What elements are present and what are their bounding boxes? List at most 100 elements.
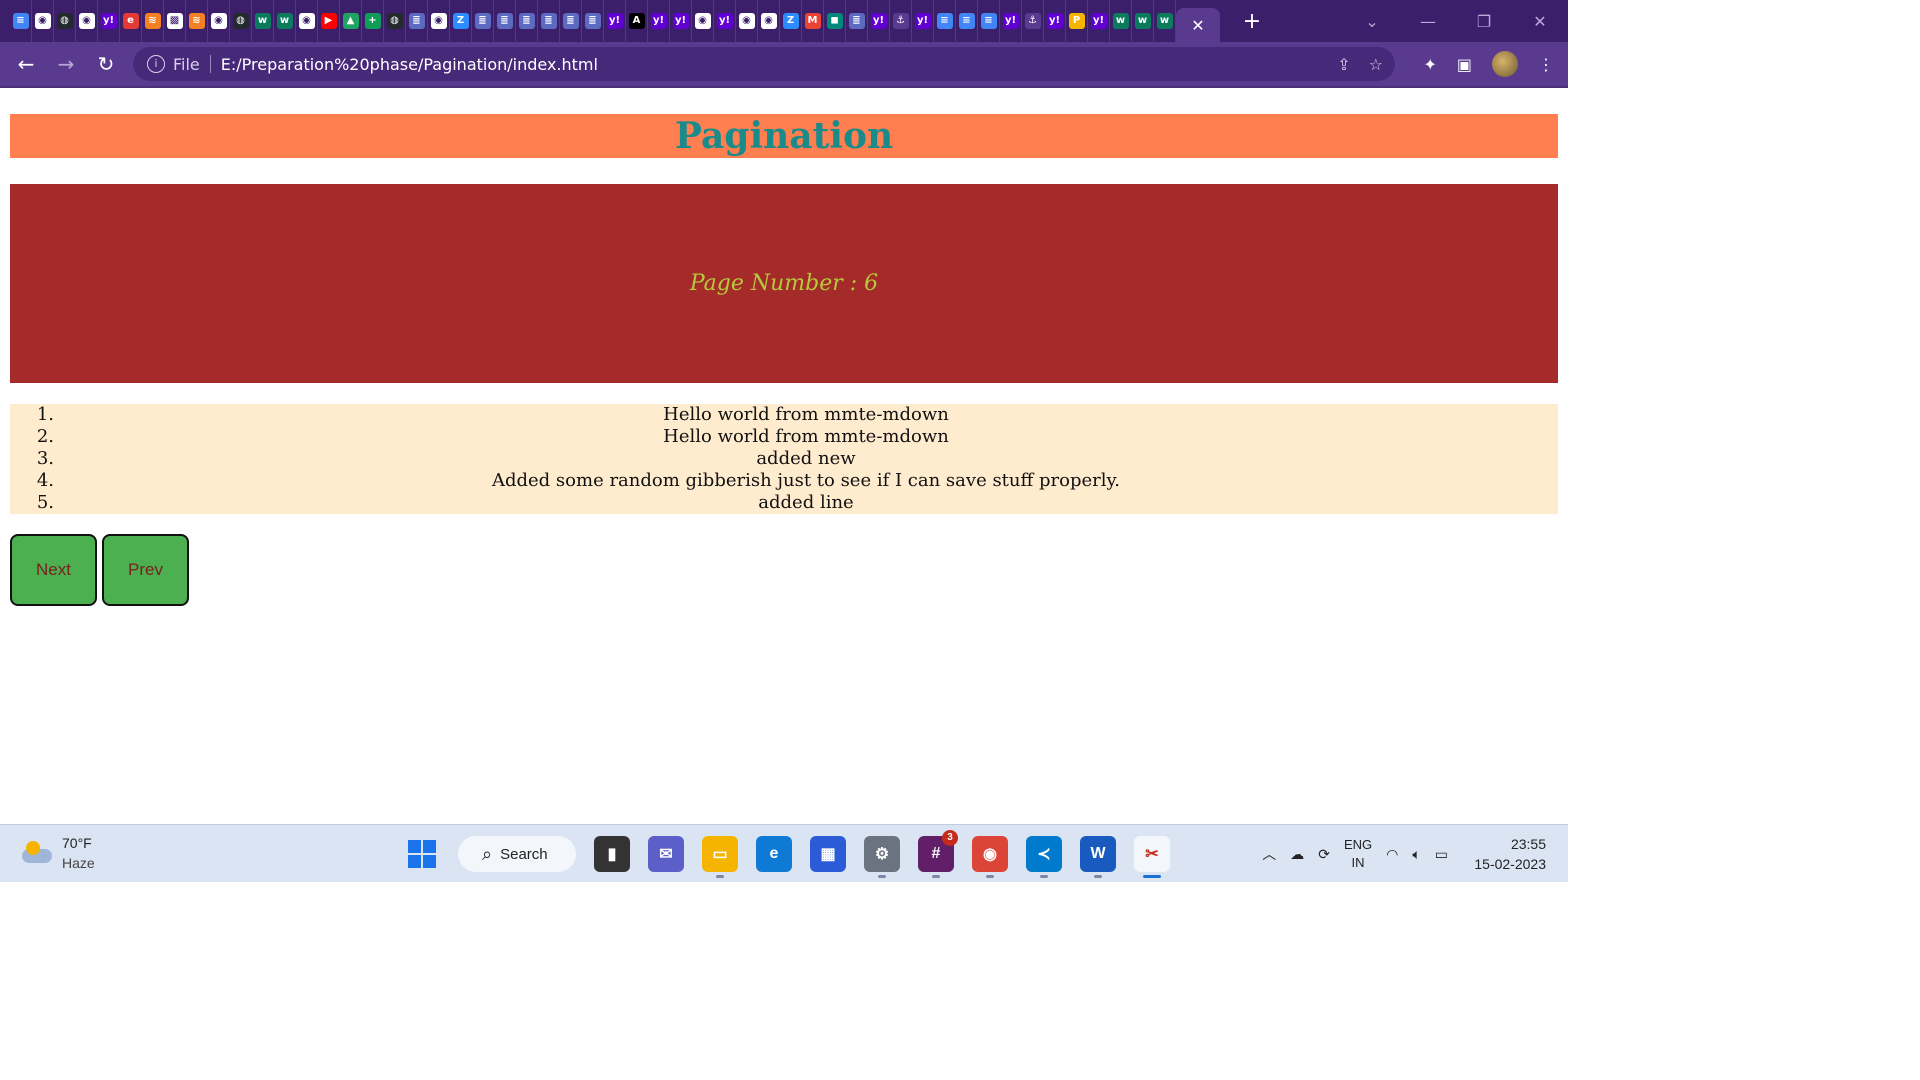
share-icon[interactable]: ⇪ [1337,55,1350,74]
language-indicator[interactable]: ENG IN [1344,836,1372,872]
task-view-icon[interactable]: ▮ [594,836,630,872]
battery-icon[interactable]: ▭ [1435,846,1448,863]
tab-27[interactable]: y! [604,0,626,42]
tab-1[interactable]: ◉ [32,0,54,42]
taskbar-search[interactable]: ⌕ Search [458,836,576,872]
tab-13[interactable]: ◉ [296,0,318,42]
edge-icon[interactable]: e [756,836,792,872]
next-button[interactable]: Next [10,534,97,606]
snipping-tool-icon[interactable]: ✂ [1134,836,1170,878]
tab-8[interactable]: ≋ [186,0,208,42]
close-tab-icon[interactable]: ✕ [1191,16,1204,35]
tab-49[interactable]: y! [1088,0,1110,42]
tab-41[interactable]: y! [912,0,934,42]
start-icon[interactable] [404,836,440,872]
tab-36[interactable]: M [802,0,824,42]
tab-10[interactable]: ◍ [230,0,252,42]
tab-20[interactable]: Z [450,0,472,42]
tab-14[interactable]: ▶ [318,0,340,42]
tab-51[interactable]: w [1132,0,1154,42]
tab-50[interactable]: w [1110,0,1132,42]
info-icon[interactable]: i [147,55,165,73]
minimize-icon[interactable]: — [1400,12,1456,31]
tab-31[interactable]: ◉ [692,0,714,42]
address-bar[interactable]: i File E:/Preparation%20phase/Pagination… [133,47,1395,81]
tab-16[interactable]: + [362,0,384,42]
tab-24[interactable]: ≣ [538,0,560,42]
active-tab[interactable]: ✕ [1176,8,1220,42]
tab-12[interactable]: w [274,0,296,42]
tab-35[interactable]: Z [780,0,802,42]
weather-widget[interactable]: 70°F Haze [22,833,95,873]
tab-40[interactable]: ⚓ [890,0,912,42]
tab-6[interactable]: ≋ [142,0,164,42]
tab-43[interactable]: ≡ [956,0,978,42]
tab-17[interactable]: ◍ [384,0,406,42]
tab-15[interactable]: ▲ [340,0,362,42]
tab-30[interactable]: y! [670,0,692,42]
chrome-icon[interactable]: ◉ [972,836,1008,878]
tab-44[interactable]: ≡ [978,0,1000,42]
profile-avatar[interactable] [1492,51,1518,77]
tab-42[interactable]: ≡ [934,0,956,42]
teams-chat-icon[interactable]: ✉ [648,836,684,872]
tab-39[interactable]: y! [868,0,890,42]
tab-45[interactable]: y! [1000,0,1022,42]
forward-icon[interactable]: → [46,52,86,76]
tab-37[interactable]: ◼ [824,0,846,42]
menu-kebab-icon[interactable]: ⋮ [1538,55,1554,74]
sync-icon[interactable]: ⟳ [1318,846,1330,863]
yahoo-favicon-icon: y! [716,13,733,29]
back-icon[interactable]: ← [6,52,46,76]
extensions-icon[interactable]: ✦ [1423,55,1436,74]
reload-icon[interactable]: ↻ [86,52,126,76]
restore-icon[interactable]: ❐ [1456,12,1512,31]
tab-32[interactable]: y! [714,0,736,42]
tab-34[interactable]: ◉ [758,0,780,42]
tab-2[interactable]: ◍ [54,0,76,42]
tab-19[interactable]: ◉ [428,0,450,42]
tab-3[interactable]: ◉ [76,0,98,42]
tab-search-icon[interactable]: ⌄ [1344,12,1400,31]
yahoo-favicon-icon: y! [870,13,887,29]
store-icon[interactable]: ▦ [810,836,846,872]
side-panel-icon[interactable]: ▣ [1457,55,1472,74]
tab-46[interactable]: ⚓ [1022,0,1044,42]
tab-23[interactable]: ≣ [516,0,538,42]
vscode-icon[interactable]: ≺ [1026,836,1062,878]
list-item-number: 1. [36,404,54,425]
prev-button[interactable]: Prev [102,534,189,606]
tab-22[interactable]: ≣ [494,0,516,42]
tab-33[interactable]: ◉ [736,0,758,42]
slack-icon[interactable]: #3 [918,830,958,878]
tab-18[interactable]: ≣ [406,0,428,42]
new-tab-button[interactable]: + [1234,9,1270,34]
word-icon[interactable]: W [1080,836,1116,878]
onedrive-icon[interactable]: ☁ [1290,846,1304,863]
wifi-icon[interactable]: ◠ [1386,846,1398,863]
file-explorer-icon[interactable]: ▭ [702,836,738,878]
tab-28[interactable]: A [626,0,648,42]
list-favicon-icon: ≣ [584,13,601,29]
volume-icon[interactable]: 🔈︎ [1412,846,1420,863]
close-window-icon[interactable]: ✕ [1512,12,1568,31]
tab-26[interactable]: ≣ [582,0,604,42]
tab-47[interactable]: y! [1044,0,1066,42]
tab-5[interactable]: e [120,0,142,42]
tab-21[interactable]: ≣ [472,0,494,42]
tab-25[interactable]: ≣ [560,0,582,42]
tab-7[interactable]: ▩ [164,0,186,42]
tab-4[interactable]: y! [98,0,120,42]
tab-0[interactable]: ≡ [10,0,32,42]
url-text[interactable]: E:/Preparation%20phase/Pagination/index.… [221,55,598,74]
tab-9[interactable]: ◉ [208,0,230,42]
tab-29[interactable]: y! [648,0,670,42]
bookmark-star-icon[interactable]: ☆ [1369,55,1383,74]
tab-48[interactable]: P [1066,0,1088,42]
tab-38[interactable]: ≣ [846,0,868,42]
chevron-up-icon[interactable]: ︿ [1262,844,1276,864]
tab-52[interactable]: w [1154,0,1176,42]
tab-11[interactable]: w [252,0,274,42]
settings-gear-icon[interactable]: ⚙ [864,836,900,878]
clock[interactable]: 23:55 15-02-2023 [1474,834,1546,874]
